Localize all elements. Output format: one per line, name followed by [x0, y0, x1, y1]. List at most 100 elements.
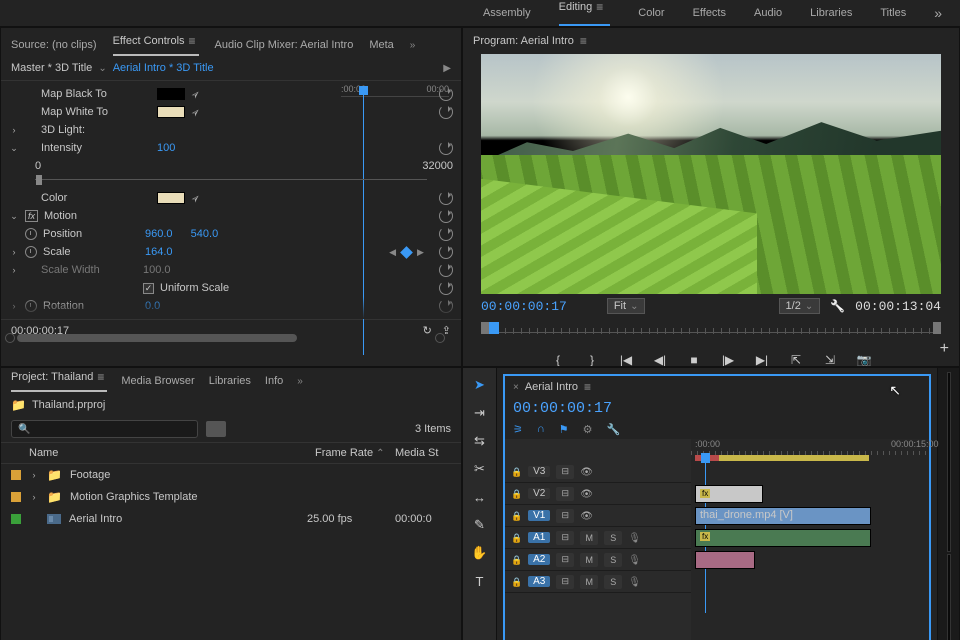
go-to-in-icon[interactable]: |◀ [618, 352, 634, 367]
selection-tool-icon[interactable]: ➤ [471, 376, 489, 394]
chevron-right-icon[interactable]: › [29, 492, 39, 502]
reset-icon[interactable] [439, 141, 453, 155]
mark-in-icon[interactable]: { [550, 352, 566, 367]
ws-libraries[interactable]: Libraries [810, 7, 852, 19]
stop-icon[interactable]: ■ [686, 352, 702, 367]
wrench-icon[interactable]: 🔧 [607, 423, 621, 436]
clip-audio-a2[interactable] [695, 551, 755, 569]
pen-tool-icon[interactable]: ✎ [471, 516, 489, 534]
stopwatch-icon[interactable] [25, 246, 37, 258]
reset-icon[interactable] [439, 281, 453, 295]
reset-icon[interactable] [439, 209, 453, 223]
settings-icon[interactable]: ⚙ [583, 423, 593, 436]
folder-up-icon[interactable] [11, 398, 26, 412]
chevron-right-icon[interactable]: › [9, 265, 19, 275]
anchor-y[interactable]: 360.0 [191, 318, 219, 319]
tab-media-browser[interactable]: Media Browser [121, 375, 194, 387]
scale-value[interactable]: 164.0 [145, 246, 173, 258]
eyedropper-icon[interactable] [191, 106, 203, 118]
color-swatch[interactable] [157, 192, 185, 204]
wrench-icon[interactable] [830, 299, 845, 313]
step-back-icon[interactable]: ◀| [652, 352, 668, 367]
breadcrumb-sequence[interactable]: Aerial Intro * 3D Title [113, 62, 214, 74]
lock-icon[interactable] [511, 532, 522, 544]
eye-icon[interactable] [580, 466, 593, 478]
hamburger-icon[interactable] [97, 370, 107, 384]
snap-icon[interactable]: ⚞ [513, 423, 523, 436]
ws-effects[interactable]: Effects [693, 7, 726, 19]
sync-lock-icon[interactable]: ⊟ [556, 509, 574, 523]
project-search-input[interactable] [11, 420, 198, 438]
eyedropper-icon[interactable] [191, 88, 203, 100]
col-name[interactable]: Name [29, 447, 315, 459]
reset-icon[interactable] [439, 317, 453, 319]
ws-audio[interactable]: Audio [754, 7, 782, 19]
ws-titles[interactable]: Titles [880, 7, 906, 19]
marker-icon[interactable]: ⚑ [559, 423, 569, 436]
intensity-value[interactable]: 100 [157, 142, 175, 154]
lock-icon[interactable] [511, 576, 522, 588]
ws-editing[interactable]: Editing [559, 0, 611, 26]
sequence-name[interactable]: Aerial Intro [525, 381, 578, 393]
hamburger-icon[interactable] [189, 34, 199, 48]
mute-toggle[interactable]: M [580, 553, 598, 567]
clip-3d-title[interactable]: fx3D Title [695, 485, 763, 503]
mic-icon[interactable] [628, 576, 641, 588]
eye-icon[interactable] [580, 488, 593, 500]
sync-lock-icon[interactable]: ⊟ [556, 465, 574, 479]
hamburger-icon[interactable] [584, 380, 594, 394]
linked-selection-icon[interactable]: ∩ [537, 423, 545, 435]
program-monitor[interactable] [481, 54, 941, 294]
type-tool-icon[interactable]: T [471, 572, 489, 590]
position-x[interactable]: 960.0 [145, 228, 173, 240]
clip-video[interactable]: thai_drone.mp4 [V] [695, 507, 871, 525]
track-header-v2[interactable]: V2⊟ [505, 483, 691, 505]
out-point-icon[interactable] [933, 322, 941, 334]
mute-toggle[interactable]: M [580, 575, 598, 589]
sync-lock-icon[interactable]: ⊟ [556, 553, 574, 567]
tab-metadata[interactable]: Meta [369, 39, 393, 51]
eyedropper-icon[interactable] [191, 192, 203, 204]
export-frame-icon[interactable]: 📷 [856, 352, 872, 367]
reset-icon[interactable] [439, 227, 453, 241]
playhead-icon[interactable] [489, 322, 499, 334]
uniform-scale-checkbox[interactable]: ✓ [143, 283, 154, 294]
color-swatch-white[interactable] [157, 106, 185, 118]
timeline-timecode[interactable]: 00:00:00:17 [505, 398, 929, 419]
fit-dropdown[interactable]: Fit⌄ [607, 298, 646, 314]
playhead-icon[interactable] [701, 453, 710, 463]
zoom-dropdown[interactable]: 1/2⌄ [779, 298, 821, 314]
stopwatch-icon[interactable] [25, 228, 37, 240]
chevron-down-icon[interactable]: ⌄ [98, 63, 106, 74]
track-header-a3[interactable]: A3⊟MS [505, 571, 691, 593]
add-button-icon[interactable]: + [940, 340, 949, 358]
intensity-slider[interactable] [35, 175, 427, 185]
mark-out-icon[interactable]: } [584, 352, 600, 367]
track-select-tool-icon[interactable]: ⇥ [471, 404, 489, 422]
ws-overflow-icon[interactable]: » [934, 5, 942, 21]
solo-toggle[interactable]: S [604, 531, 622, 545]
anchor-x[interactable]: 640.0 [145, 318, 173, 319]
chevron-right-icon[interactable]: › [29, 470, 39, 480]
track-header-a2[interactable]: A2⊟MS [505, 549, 691, 571]
tabs-overflow-icon[interactable]: » [297, 376, 303, 387]
solo-toggle[interactable]: S [604, 575, 622, 589]
sync-lock-icon[interactable]: ⊟ [556, 575, 574, 589]
hamburger-icon[interactable] [580, 34, 590, 48]
tabs-overflow-icon[interactable]: » [410, 40, 416, 51]
reset-icon[interactable] [439, 87, 453, 101]
effect-scrollbar[interactable] [5, 332, 445, 344]
slip-tool-icon[interactable]: ↔ [471, 488, 489, 506]
reset-icon[interactable] [439, 191, 453, 205]
mute-toggle[interactable]: M [580, 531, 598, 545]
eye-icon[interactable] [580, 510, 593, 522]
tab-effect-controls[interactable]: Effect Controls [113, 34, 199, 56]
mic-icon[interactable] [628, 554, 641, 566]
chevron-right-icon[interactable]: › [9, 125, 19, 135]
tab-info[interactable]: Info [265, 375, 283, 387]
add-keyframe-icon[interactable] [400, 246, 413, 259]
prev-keyframe-icon[interactable]: ◀ [389, 247, 396, 258]
clip-audio-a1[interactable]: fx [695, 529, 871, 547]
play-icon[interactable]: ▶ [443, 63, 451, 74]
in-point-icon[interactable] [481, 322, 489, 334]
